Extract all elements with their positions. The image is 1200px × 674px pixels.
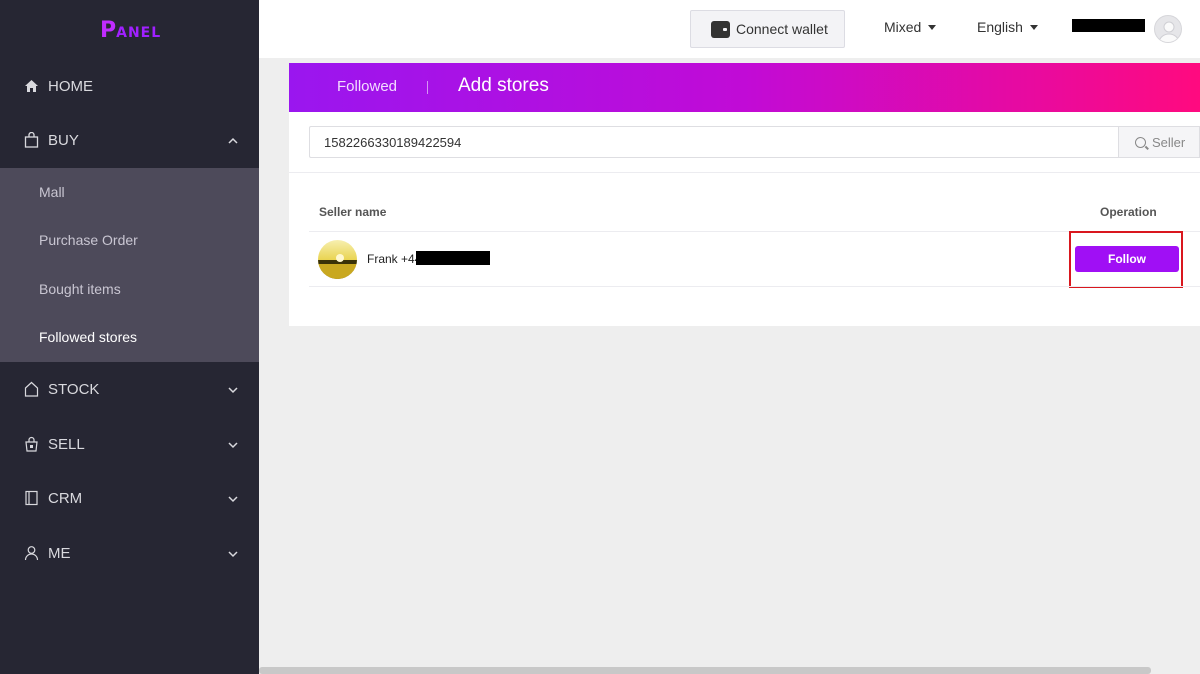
caret-down-icon — [1029, 24, 1038, 30]
chevron-down-icon — [227, 547, 239, 559]
user-icon — [23, 545, 39, 561]
search-icon — [1135, 136, 1146, 148]
sidebar-item-home[interactable]: HOME — [0, 59, 259, 113]
seller-search-label: Seller — [1152, 134, 1186, 150]
divider — [289, 172, 1200, 173]
connect-wallet-button[interactable]: Connect wallet — [690, 10, 845, 48]
mode-dropdown[interactable]: Mixed — [884, 19, 937, 35]
seller-search-input[interactable] — [309, 126, 1119, 158]
submenu-item-purchase-order[interactable]: Purchase Order — [0, 216, 259, 264]
chevron-down-icon — [227, 438, 239, 450]
wallet-icon — [711, 20, 730, 38]
mode-dropdown-label: Mixed — [884, 19, 922, 35]
sidebar-item-stock[interactable]: STOCK — [0, 362, 259, 416]
user-avatar-icon — [1158, 21, 1180, 42]
bag-lock-icon — [23, 436, 39, 452]
store-tabs: Followed Add stores — [289, 63, 1200, 112]
sidebar-item-label: BUY — [48, 131, 79, 149]
chevron-up-icon — [227, 134, 239, 146]
language-dropdown[interactable]: English — [977, 19, 1038, 35]
tab-add-stores[interactable]: Add stores — [458, 75, 549, 97]
sidebar-item-label: SELL — [48, 435, 85, 453]
shopping-bag-icon — [23, 132, 39, 148]
follow-button[interactable]: Follow — [1075, 246, 1179, 272]
redacted-phone — [416, 251, 490, 265]
seller-avatar — [318, 240, 357, 279]
tab-divider — [427, 81, 428, 94]
sidebar-item-buy[interactable]: BUY — [0, 113, 259, 167]
sidebar-item-label: HOME — [48, 77, 93, 95]
add-stores-panel: Seller Seller name Operation Frank +44 — [289, 112, 1200, 326]
submenu-item-bought-items[interactable]: Bought items — [0, 265, 259, 313]
buy-submenu: Mall Purchase Order Bought items Followe… — [0, 168, 259, 362]
caret-down-icon — [928, 24, 937, 30]
chevron-down-icon — [227, 492, 239, 504]
connect-wallet-label: Connect wallet — [736, 21, 828, 37]
sidebar-item-me[interactable]: ME — [0, 526, 259, 580]
sidebar: PANEL HOME BUY Mall Purchase Order Bough… — [0, 0, 259, 674]
table-row-divider — [309, 286, 1200, 287]
avatar[interactable] — [1154, 15, 1182, 43]
column-header-seller-name: Seller name — [319, 205, 387, 219]
house-outline-icon — [23, 381, 39, 397]
submenu-item-followed-stores[interactable]: Followed stores — [0, 313, 259, 361]
app-logo[interactable]: PANEL — [100, 18, 161, 43]
notebook-icon — [23, 490, 39, 506]
horizontal-scrollbar[interactable] — [259, 667, 1151, 674]
table-header-divider — [309, 231, 1200, 232]
sidebar-item-label: ME — [48, 544, 71, 562]
sidebar-item-crm[interactable]: CRM — [0, 471, 259, 525]
seller-search-button[interactable]: Seller — [1118, 126, 1200, 158]
sidebar-item-label: CRM — [48, 489, 83, 507]
submenu-item-mall[interactable]: Mall — [0, 168, 259, 216]
tab-followed[interactable]: Followed — [337, 78, 397, 95]
sidebar-item-sell[interactable]: SELL — [0, 417, 259, 471]
redacted-username — [1072, 19, 1145, 32]
top-header: Connect wallet Mixed English — [259, 0, 1200, 58]
column-header-operation: Operation — [1100, 205, 1157, 219]
home-icon — [23, 78, 39, 94]
seller-name: Frank +44 — [367, 252, 422, 266]
language-dropdown-label: English — [977, 19, 1023, 35]
sunset-landscape-image — [318, 240, 357, 279]
sidebar-item-label: STOCK — [48, 380, 100, 398]
chevron-down-icon — [227, 383, 239, 395]
